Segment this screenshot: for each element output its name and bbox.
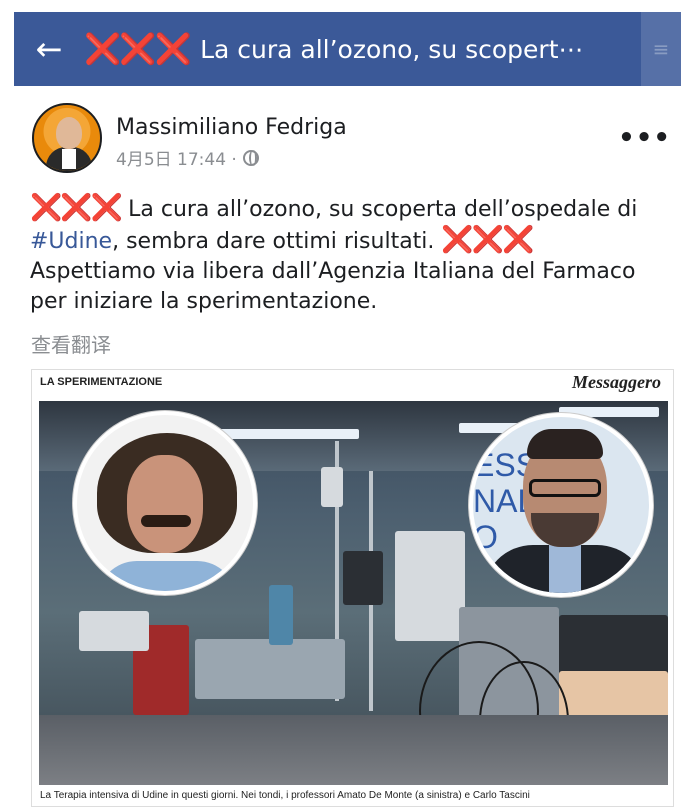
post-timestamp[interactable]: 4月5日 17:44 · — [116, 145, 237, 170]
post-meta: 4月5日 17:44 · — [116, 145, 259, 170]
article-section-label: LA SPERIMENTAZIONE — [40, 376, 163, 388]
see-translation-link[interactable]: 查看翻译 — [31, 329, 111, 358]
avatar[interactable] — [32, 103, 102, 173]
globe-icon — [242, 149, 259, 166]
supply-shelf — [79, 611, 149, 651]
top-app-bar: ← ❌❌❌ La cura all’ozono, su scopert⋯ ≡ — [14, 12, 681, 86]
ceiling-lamp — [209, 429, 359, 439]
cross-marks-icon: ❌❌❌ — [84, 31, 192, 67]
arrow-left-icon: ← — [35, 30, 63, 68]
ventilator — [395, 531, 465, 641]
portrait-left — [73, 411, 257, 595]
avatar-collar — [62, 149, 76, 169]
cross-marks-icon: ❌❌❌ — [441, 225, 534, 255]
portrait-shirt — [97, 561, 237, 591]
back-button[interactable]: ← — [14, 12, 84, 86]
portrait-face — [127, 455, 203, 553]
scroll-handle[interactable]: ≡ — [641, 12, 681, 86]
photo-caption: La Terapia intensiva di Udine in questi … — [40, 790, 530, 801]
post-body: ❌❌❌ La cura all’ozono, su scoperta dell’… — [30, 193, 670, 317]
author-name[interactable]: Massimiliano Fedriga — [116, 115, 347, 140]
page-title-text: La cura all’ozono, su scopert⋯ — [200, 34, 584, 64]
portrait-beard — [531, 513, 599, 547]
portrait-glasses — [529, 479, 601, 497]
staff-figure — [269, 585, 293, 645]
post-text-part3: Aspettiamo via libera dall’Agenzia Itali… — [30, 259, 636, 314]
photo-floor — [39, 715, 668, 785]
infusion-pump — [343, 551, 383, 605]
hashtag-link[interactable]: #Udine — [30, 229, 112, 254]
cross-marks-icon: ❌❌❌ — [30, 193, 123, 223]
portrait-shirt — [549, 545, 581, 593]
portrait-right: ESS NAL O — [469, 413, 653, 597]
newspaper-logo: Messaggero — [572, 372, 661, 392]
page-title: ❌❌❌ La cura all’ozono, su scopert⋯ — [84, 32, 604, 67]
portrait-moustache — [141, 515, 191, 527]
iv-bag — [321, 467, 343, 507]
drag-handle-icon: ≡ — [652, 37, 670, 61]
post-header: Massimiliano Fedriga 4月5日 17:44 · ••• — [28, 103, 673, 173]
post-text-part1: La cura all’ozono, su scoperta dell’ospe… — [121, 197, 638, 222]
avatar-head — [56, 117, 82, 149]
portrait-hair — [527, 429, 603, 459]
hospital-bed — [195, 639, 345, 699]
more-options-button[interactable]: ••• — [618, 123, 671, 153]
article-image[interactable]: LA SPERIMENTAZIONE Messaggero ESSNALO — [31, 369, 674, 807]
tan-device — [559, 671, 668, 721]
post-text-part2: , sembra dare ottimi risultati. — [112, 229, 442, 254]
icu-photo: ESS NAL O — [39, 401, 668, 785]
